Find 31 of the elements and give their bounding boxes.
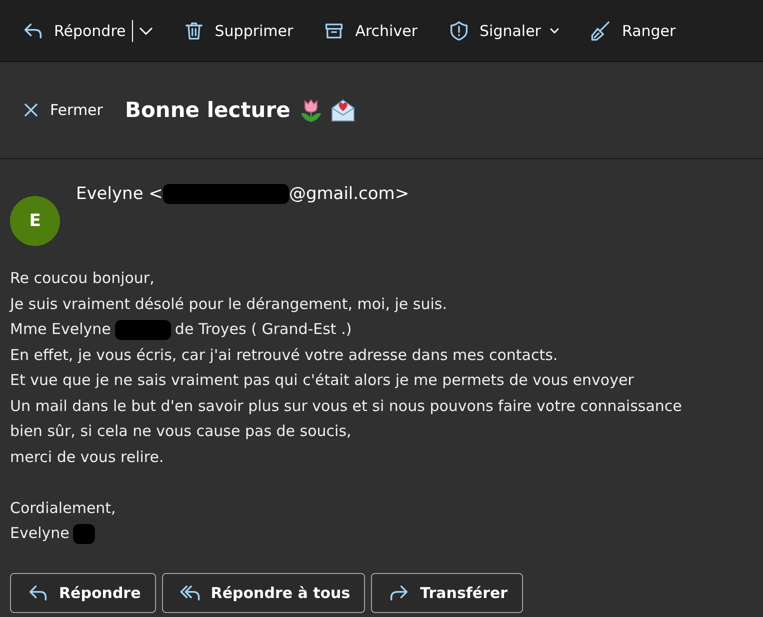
body-text: de Troyes ( Grand-Est .) bbox=[174, 319, 352, 340]
body-text: Mme Evelyne bbox=[10, 319, 111, 340]
close-button[interactable]: Fermer bbox=[22, 101, 103, 119]
sender-name: Evelyne < bbox=[76, 184, 163, 204]
toolbar-button[interactable]: Signaler bbox=[448, 20, 541, 42]
body-text: En effet, je vous écris, car j'ai retrouvé votre adresse dans mes contacts. bbox=[10, 344, 558, 366]
sender-address: @gmail.com> bbox=[288, 184, 410, 204]
body-text: Evelyne bbox=[10, 523, 70, 544]
toolbar-button[interactable]: Ranger bbox=[590, 20, 676, 42]
email-subject: Bonne lecture bbox=[124, 98, 290, 122]
action-button[interactable]: Répondre bbox=[10, 572, 156, 612]
body-text: Re coucou bonjour, bbox=[10, 268, 154, 289]
broom-icon bbox=[590, 20, 612, 42]
body-text: bien sûr, si cela ne vous cause pas de soucis, bbox=[10, 421, 352, 442]
body-text: Je suis vraiment désolé pour le dérangement, moi, je suis. bbox=[10, 294, 447, 314]
trash-icon bbox=[182, 20, 205, 42]
body-text: merci de vous relire. bbox=[10, 446, 164, 468]
shield-icon bbox=[448, 20, 470, 42]
body-text: Cordialement, bbox=[10, 498, 116, 518]
body-text: Un mail dans le but d'en savoir plus sur vous et si nous pouvons faire votre connaissance bbox=[10, 396, 682, 416]
avatar-initial: E bbox=[29, 211, 41, 231]
toolbar-button[interactable]: Archiver bbox=[323, 20, 418, 42]
toolbar-button[interactable]: Supprimer bbox=[182, 20, 294, 42]
action-button[interactable]: Transférer bbox=[371, 572, 523, 612]
redaction-mark bbox=[73, 524, 96, 544]
redaction-mark bbox=[114, 320, 171, 340]
envelope-heart-icon bbox=[330, 97, 356, 123]
action-button[interactable]: Répondre à tous bbox=[162, 572, 366, 612]
close-icon bbox=[22, 101, 40, 119]
toolbar-button[interactable]: Répondre bbox=[22, 20, 126, 42]
body-text: Et vue que je ne sais vraiment pas qui c'était alors je me permets de vous envoyer bbox=[10, 370, 634, 391]
